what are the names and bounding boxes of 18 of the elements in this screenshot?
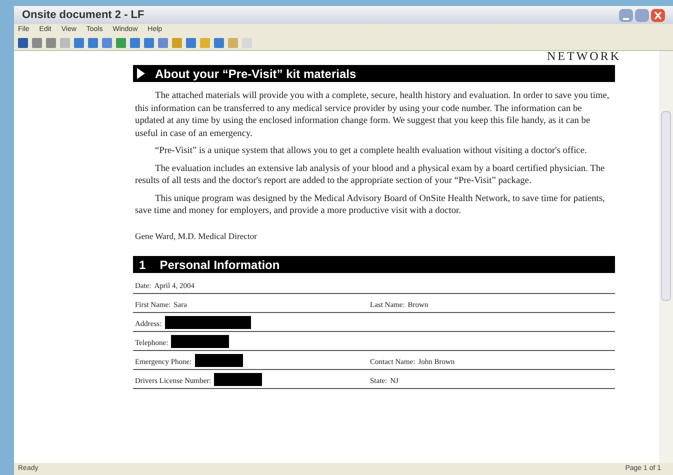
paragraph: The evaluation includes an extensive lab analysis of your blood and a physical exam by a board certified physician. The results of all tests and the doctor's report are added to the appropriate section of your “Pre-Visit” package. (135, 162, 606, 188)
close-button[interactable] (651, 8, 665, 22)
paragraph: “Pre-Visit” is a unique system that allows you to get a complete health evaluation without visiting a doctor's office. (154, 145, 588, 158)
logo-text: NETWORK (547, 51, 621, 65)
triangle-icon (137, 68, 145, 79)
minimize-button[interactable] (619, 8, 633, 22)
paragraph: This unique program was designed by the Medical Advisory Board of OnSite Health Network, to save time for patients, save time and money for employers, and provide a more productive visit with a doctor. (135, 192, 606, 218)
redaction-bar (214, 373, 262, 386)
form-heading: Personal Information (160, 256, 280, 274)
window-title: Onsite document 2 - LF (22, 8, 146, 23)
redaction-bar (194, 354, 243, 368)
section-heading: About your “Pre-Visit” kit materials (155, 66, 356, 82)
help-button[interactable] (635, 8, 649, 22)
section-number: 1 (139, 256, 146, 274)
scrollbar-thumb[interactable] (661, 111, 671, 301)
paragraph: The attached materials will provide you with a complete, secure, health history and evaluation. In order to save you time, this information can be transferred to any medical service provider by using your code number. The information can be updated at any time by using the enclosed information change form. We suggest that you keep this file handy, as it can be useful in case of an emergency. (135, 90, 610, 140)
redaction-bar (171, 335, 230, 348)
signature-text: Gene Ward, M.D. Medical Director (134, 230, 258, 242)
